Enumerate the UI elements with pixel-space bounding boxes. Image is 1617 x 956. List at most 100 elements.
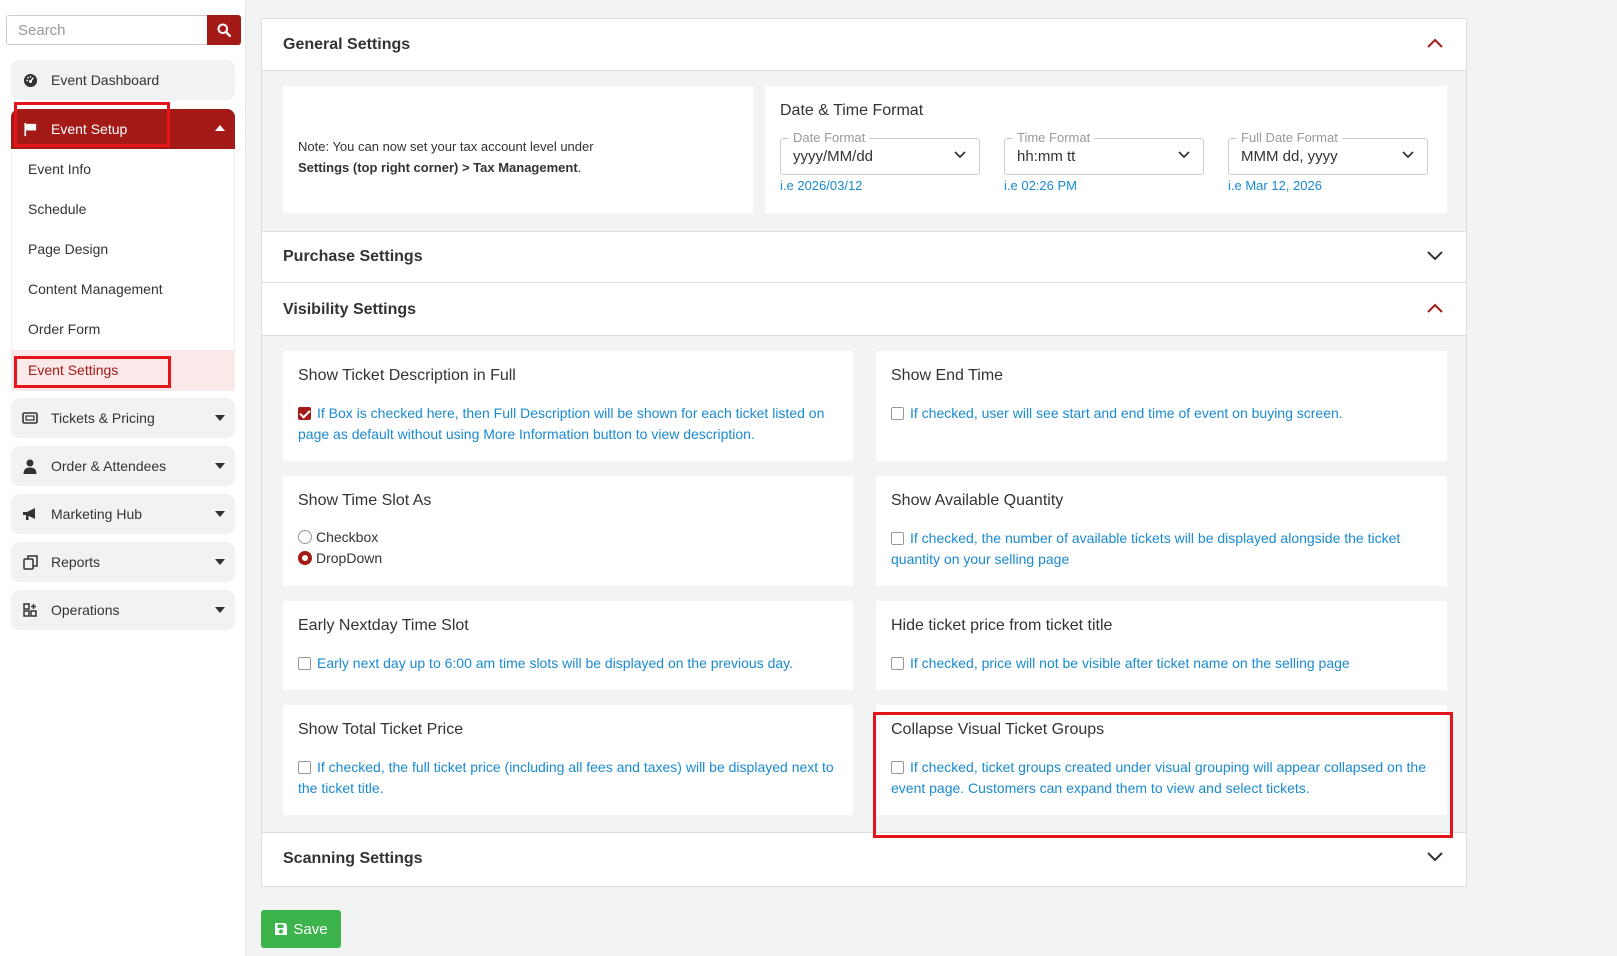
submenu-page-design[interactable]: Page Design <box>28 241 108 257</box>
nav-event-dashboard[interactable]: Event Dashboard <box>11 60 235 100</box>
card-title: Show Time Slot As <box>298 492 432 509</box>
radio-label: Checkbox <box>316 529 379 545</box>
card-title: Hide ticket price from ticket title <box>891 617 1113 634</box>
section-scanning-settings[interactable]: Scanning Settings <box>262 832 1466 884</box>
full-date-format-select[interactable]: Full Date Format MMM dd, yyyy <box>1228 130 1428 175</box>
submenu-event-settings-label: Event Settings <box>28 362 119 378</box>
event-setup-submenu: Event Info Schedule Page Design Content … <box>11 150 235 391</box>
card-description-text: If checked, the full ticket price (inclu… <box>298 759 834 796</box>
caret-down-icon <box>215 415 225 421</box>
search-input[interactable] <box>6 15 207 45</box>
nav-tickets-pricing[interactable]: Tickets & Pricing <box>11 398 235 438</box>
save-icon <box>274 922 288 936</box>
submenu-schedule[interactable]: Schedule <box>28 201 86 217</box>
date-format-label: Date Format <box>789 130 870 145</box>
total-price-checkbox[interactable] <box>298 761 311 774</box>
time-format-label: Time Format <box>1013 130 1095 145</box>
section-visibility-settings[interactable]: Visibility Settings <box>262 284 1466 336</box>
card-show-total-ticket-price: Show Total Ticket Price If checked, the … <box>283 705 853 815</box>
tax-note: Note: You can now set your tax account l… <box>298 136 594 178</box>
nav-label: Tickets & Pricing <box>51 410 155 426</box>
chevron-down-icon <box>1427 251 1443 261</box>
sidebar: Event Dashboard Event Setup Event Info S… <box>0 0 246 956</box>
card-show-ticket-description: Show Ticket Description in Full If Box i… <box>283 351 853 461</box>
time-format-value: hh:mm tt <box>1017 148 1076 165</box>
user-icon <box>21 457 39 475</box>
card-title: Show Ticket Description in Full <box>298 367 516 384</box>
card-description: If checked, user will see start and end … <box>891 403 1429 424</box>
caret-down-icon <box>215 511 225 517</box>
section-purchase-settings[interactable]: Purchase Settings <box>262 231 1466 283</box>
card-title: Show Total Ticket Price <box>298 721 464 738</box>
card-hide-ticket-price: Hide ticket price from ticket title If c… <box>876 601 1447 690</box>
radio-label: DropDown <box>316 550 383 566</box>
copy-icon <box>21 553 39 571</box>
search-button[interactable] <box>207 15 241 45</box>
save-label: Save <box>293 920 328 938</box>
nav-event-setup[interactable]: Event Setup <box>11 109 235 149</box>
hide-price-checkbox[interactable] <box>891 657 904 670</box>
radio-dropdown-option[interactable]: DropDown <box>298 550 382 566</box>
time-format-select[interactable]: Time Format hh:mm tt <box>1004 130 1204 175</box>
tax-note-end: . <box>577 160 582 175</box>
submenu-event-settings[interactable]: Event Settings <box>12 350 234 390</box>
full-date-format-label: Full Date Format <box>1237 130 1342 145</box>
card-show-time-slot-as: Show Time Slot As Checkbox DropDown <box>283 476 853 586</box>
card-show-available-quantity: Show Available Quantity If checked, the … <box>876 476 1447 586</box>
early-nextday-checkbox[interactable] <box>298 657 311 670</box>
nav-reports[interactable]: Reports <box>11 542 235 582</box>
card-description: If checked, the full ticket price (inclu… <box>298 757 835 799</box>
tax-note-text: Note: You can now set your tax account l… <box>298 139 594 154</box>
chevron-up-icon <box>1427 38 1443 48</box>
submenu-order-form[interactable]: Order Form <box>28 321 100 337</box>
nav-label: Operations <box>51 602 120 618</box>
chevron-down-icon <box>1402 151 1414 159</box>
save-button[interactable]: Save <box>261 910 341 948</box>
card-description-text: If checked, the number of available tick… <box>891 530 1401 567</box>
card-description: If Box is checked here, then Full Descri… <box>298 403 835 445</box>
date-time-format-title: Date & Time Format <box>780 102 924 119</box>
nav-label: Reports <box>51 554 101 570</box>
nav-order-attendees[interactable]: Order & Attendees <box>11 446 235 486</box>
chevron-down-icon <box>1427 852 1443 862</box>
section-general-settings[interactable]: General Settings <box>262 19 1466 71</box>
available-quantity-checkbox[interactable] <box>891 532 904 545</box>
collapse-groups-checkbox[interactable] <box>891 761 904 774</box>
card-description: Early next day up to 6:00 am time slots … <box>298 653 835 674</box>
radio-checkbox-option[interactable]: Checkbox <box>298 529 378 545</box>
nav-label: Event Dashboard <box>51 72 160 88</box>
card-description: If checked, price will not be visible af… <box>891 653 1429 674</box>
section-title: Purchase Settings <box>283 248 423 265</box>
tax-note-card: Note: You can now set your tax account l… <box>283 86 753 213</box>
card-description-text: If checked, price will not be visible af… <box>910 655 1350 671</box>
radio-selected-icon <box>298 551 312 565</box>
caret-down-icon <box>215 607 225 613</box>
nav-operations[interactable]: Operations <box>11 590 235 630</box>
show-end-time-checkbox[interactable] <box>891 407 904 420</box>
flag-icon <box>21 120 39 138</box>
ticket-icon <box>21 409 39 427</box>
show-description-checkbox[interactable] <box>298 407 311 420</box>
submenu-event-info[interactable]: Event Info <box>28 161 91 177</box>
card-description: If checked, ticket groups created under … <box>891 757 1429 799</box>
time-format-hint: i.e 02:26 PM <box>1004 178 1077 193</box>
submenu-content-management[interactable]: Content Management <box>28 281 163 297</box>
caret-down-icon <box>215 559 225 565</box>
section-title: General Settings <box>283 35 411 53</box>
section-title: Scanning Settings <box>283 849 423 867</box>
date-format-select[interactable]: Date Format yyyy/MM/dd <box>780 130 980 175</box>
chevron-down-icon <box>1178 151 1190 159</box>
nav-marketing-hub[interactable]: Marketing Hub <box>11 494 235 534</box>
grid-icon <box>21 601 39 619</box>
card-title: Early Nextday Time Slot <box>298 617 469 634</box>
section-title: Visibility Settings <box>283 300 417 318</box>
sidebar-search <box>6 15 241 45</box>
card-description-text: If checked, user will see start and end … <box>910 405 1343 421</box>
megaphone-icon <box>21 505 39 523</box>
card-description-text: If checked, ticket groups created under … <box>891 759 1426 796</box>
full-date-format-hint: i.e Mar 12, 2026 <box>1228 178 1322 193</box>
dashboard-icon <box>21 71 39 89</box>
card-collapse-visual-ticket-groups: Collapse Visual Ticket Groups If checked… <box>876 705 1447 815</box>
card-title: Show End Time <box>891 367 1004 384</box>
card-description: If checked, the number of available tick… <box>891 528 1429 570</box>
